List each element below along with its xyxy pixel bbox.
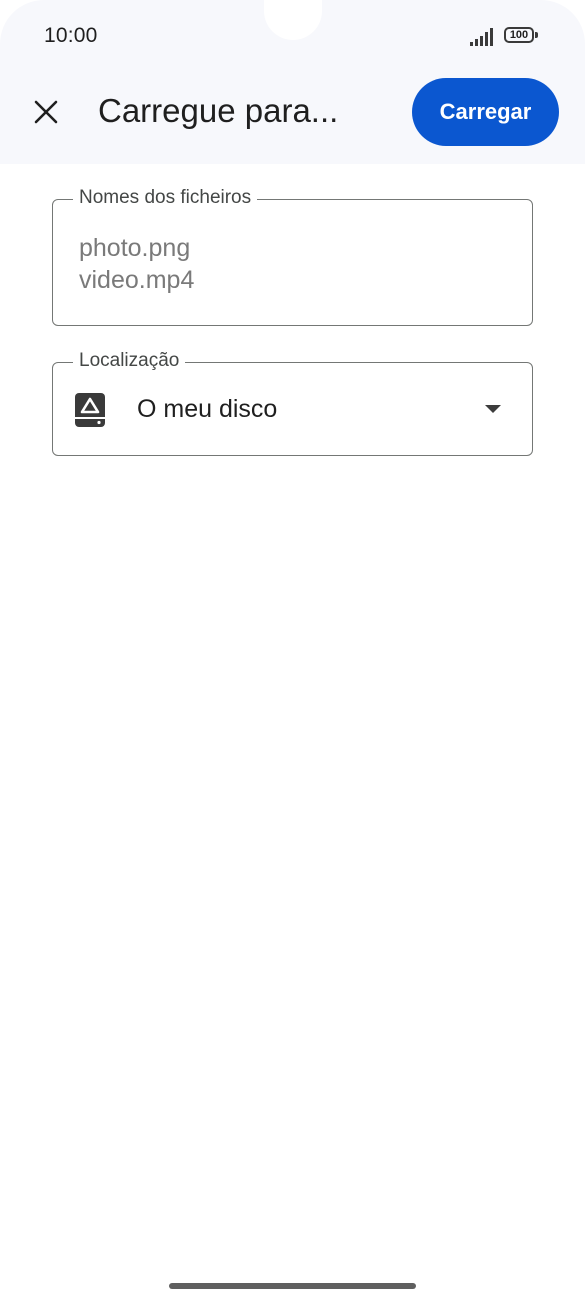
filename-item: photo.png [79,234,191,262]
drive-icon [75,393,105,427]
location-dropdown[interactable]: Localização O meu disco [52,350,533,456]
app-bar: Carregue para... Carregar [0,72,585,152]
filenames-field[interactable]: Nomes dos ficheiros photo.png video.mp4 [52,187,533,326]
top-area: 10:00 100 Carregue para... Carregar [0,0,585,164]
home-indicator[interactable] [169,1283,416,1289]
battery-tip [535,32,538,38]
location-value: O meu disco [137,395,278,423]
close-icon [34,100,58,124]
status-bar: 10:00 100 [0,0,585,72]
page-title: Carregue para... [98,92,339,129]
filenames-label: Nomes dos ficheiros [73,187,258,209]
status-time: 10:00 [44,24,98,47]
signal-bars-icon [470,28,493,46]
battery-icon: 100 [504,26,540,46]
location-label: Localização [73,350,186,372]
filename-item: video.mp4 [79,266,195,294]
upload-button[interactable]: Carregar [412,78,559,146]
filenames-list: photo.png video.mp4 [79,232,194,296]
battery-level: 100 [504,27,534,43]
close-button[interactable] [24,90,68,134]
dropdown-arrow-icon [485,405,501,413]
